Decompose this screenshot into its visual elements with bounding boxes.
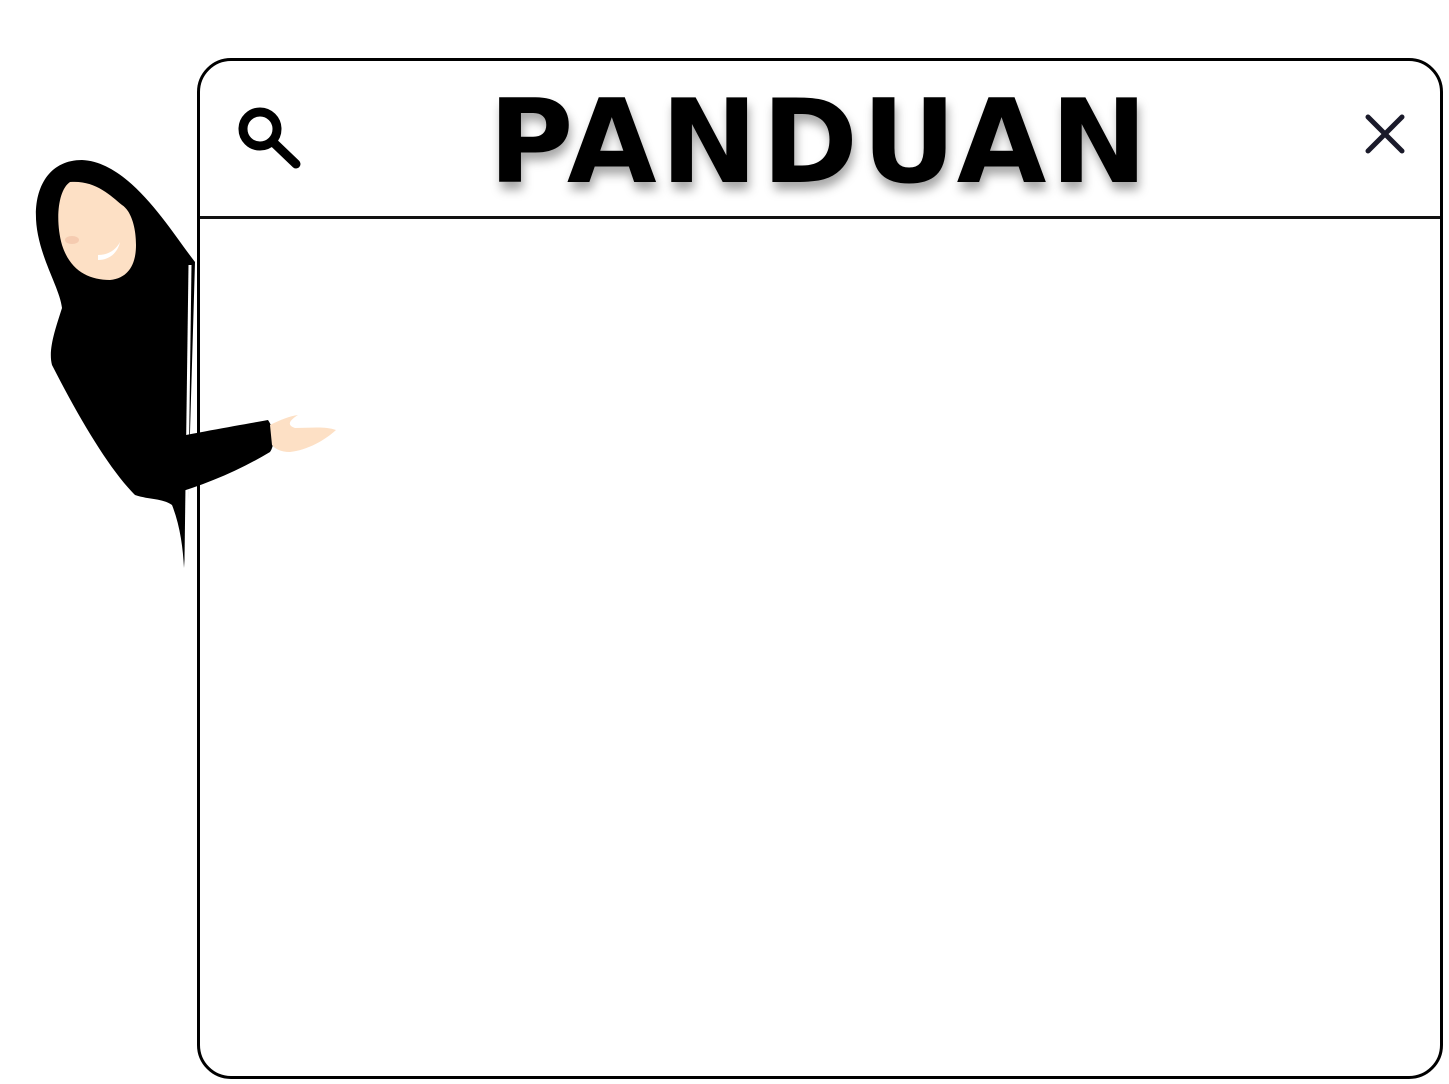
window-header: PANDUAN — [200, 61, 1440, 219]
page-title: PANDUAN — [488, 75, 1152, 210]
guide-window: PANDUAN — [197, 58, 1443, 1079]
close-icon — [1365, 114, 1405, 154]
window-content — [200, 219, 1440, 1076]
close-button[interactable] — [1360, 109, 1410, 159]
